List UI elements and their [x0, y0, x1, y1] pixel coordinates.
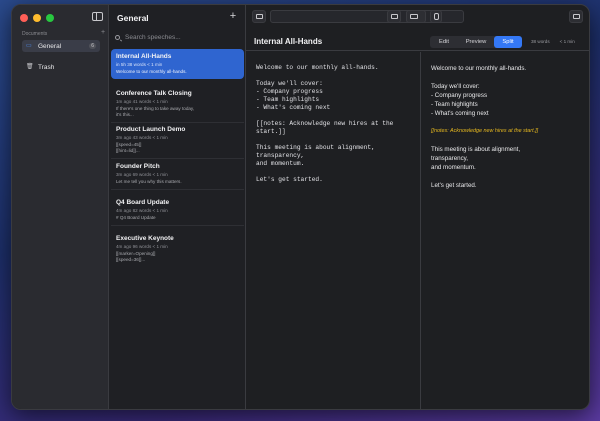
card-preview: Let me tell you why this matters.	[116, 179, 182, 184]
window-controls	[20, 14, 54, 22]
sidebar-item-count: 6	[89, 43, 96, 49]
minimize-window-button[interactable]	[33, 14, 41, 22]
card-title: Founder Pitch	[116, 163, 160, 170]
card-preview: [[speed=45]] [[hint=lid]]...	[116, 142, 142, 153]
card-meta: 3m ago 43 words < 1 min	[116, 135, 168, 140]
app-window: Documents + ▭ General 6 🗑 Trash General …	[11, 4, 590, 410]
mode-preview-button[interactable]: Preview	[458, 36, 494, 48]
card-meta: 3m ago 69 words < 1 min	[116, 172, 168, 177]
add-folder-button[interactable]: +	[101, 29, 105, 36]
list-item[interactable]: Executive Keynote 4m ago 96 words < 1 mi…	[111, 231, 244, 267]
share-button[interactable]	[430, 10, 442, 23]
folder-menu-button[interactable]	[406, 10, 426, 23]
window-button[interactable]	[387, 10, 401, 23]
preview-paragraph: This meeting is about alignment, transpa…	[431, 145, 581, 172]
window-icon	[391, 14, 398, 19]
play-screen-icon	[256, 14, 263, 19]
card-preview: Welcome to our monthly all-hands.	[116, 69, 187, 74]
trash-icon: 🗑	[26, 64, 34, 70]
card-title: Q4 Board Update	[116, 199, 170, 206]
list-title: General	[117, 13, 149, 23]
preview-line: - Team highlights	[431, 101, 478, 108]
list-item[interactable]: Q4 Board Update 4m ago 82 words < 1 min …	[111, 195, 244, 226]
editor-header: Internal All-Hands Edit Preview Split 38…	[246, 33, 589, 51]
source-editor[interactable]: Welcome to our monthly all-hands. Today …	[246, 52, 421, 409]
play-icon	[573, 14, 580, 19]
sidebar-toggle-icon[interactable]	[92, 12, 103, 21]
preview-paragraph: Welcome to our monthly all-hands.	[431, 65, 527, 72]
card-meta: 4m ago 96 words < 1 min	[116, 244, 168, 249]
rendered-preview: Welcome to our monthly all-hands. Today …	[421, 52, 589, 409]
list-item[interactable]: Founder Pitch 3m ago 69 words < 1 min Le…	[111, 159, 244, 190]
sidebar-item-trash[interactable]: 🗑 Trash	[22, 61, 100, 73]
document-title: Internal All-Hands	[254, 37, 323, 46]
folder-icon: ▭	[26, 43, 32, 49]
search-input[interactable]	[125, 33, 235, 41]
sidebar-section-label: Documents	[22, 31, 48, 37]
preview-line: - Company progress	[431, 92, 488, 99]
card-meta: 4m ago 82 words < 1 min	[116, 208, 168, 213]
mode-edit-button[interactable]: Edit	[430, 36, 458, 48]
present-button[interactable]	[252, 10, 266, 23]
play-button[interactable]	[569, 10, 583, 23]
new-speech-button[interactable]: +	[225, 9, 241, 23]
preview-line: This meeting is about alignment,	[431, 146, 521, 153]
card-preview: [[marker=Opening]] [[speed=36]]...	[116, 251, 156, 262]
preview-list: Today we'll cover: - Company progress - …	[431, 82, 581, 118]
mode-split-button[interactable]: Split	[494, 36, 522, 48]
search-bar	[109, 31, 246, 43]
close-window-button[interactable]	[20, 14, 28, 22]
folder-icon	[410, 14, 418, 19]
sidebar-item-general[interactable]: ▭ General 6	[22, 40, 100, 52]
card-meta: 1m ago 41 words < 1 min	[116, 99, 168, 104]
toolbar	[246, 5, 589, 29]
card-title: Internal All-Hands	[116, 53, 172, 60]
word-count: 38 words	[531, 39, 550, 44]
preview-line: Today we'll cover:	[431, 83, 480, 90]
list-item[interactable]: Product Launch Demo 3m ago 43 words < 1 …	[111, 122, 244, 159]
card-preview: If there's one thing to take away today,…	[116, 106, 195, 117]
zoom-window-button[interactable]	[46, 14, 54, 22]
view-mode-segmented-control: Edit Preview Split	[430, 36, 522, 48]
list-item[interactable]: Conference Talk Closing 1m ago 41 words …	[111, 86, 244, 123]
search-icon	[115, 34, 120, 40]
remote-icon	[434, 13, 439, 20]
preview-note: [[notes: Acknowledge new hires at the st…	[431, 128, 539, 134]
card-title: Product Launch Demo	[116, 126, 186, 133]
read-time: < 1 min	[559, 39, 575, 44]
sidebar-item-label: Trash	[38, 63, 55, 71]
card-preview: # Q4 Board Update	[116, 215, 156, 220]
preview-line: and momentum.	[431, 164, 476, 171]
card-title: Conference Talk Closing	[116, 90, 192, 97]
sidebar-item-label: General	[38, 42, 62, 50]
card-title: Executive Keynote	[116, 235, 174, 242]
card-meta: in 5h 38 words < 1 min	[116, 62, 163, 67]
preview-line: - What's coming next	[431, 110, 489, 117]
preview-paragraph: Let's get started.	[431, 182, 477, 189]
sidebar: Documents + ▭ General 6 🗑 Trash	[12, 5, 109, 409]
speech-list-column: General + Internal All-Hands in 5h 38 wo…	[109, 5, 246, 409]
document-stats: 38 words < 1 min	[531, 39, 575, 44]
list-item[interactable]: Internal All-Hands in 5h 38 words < 1 mi…	[111, 49, 244, 79]
preview-line: transparency,	[431, 155, 469, 162]
